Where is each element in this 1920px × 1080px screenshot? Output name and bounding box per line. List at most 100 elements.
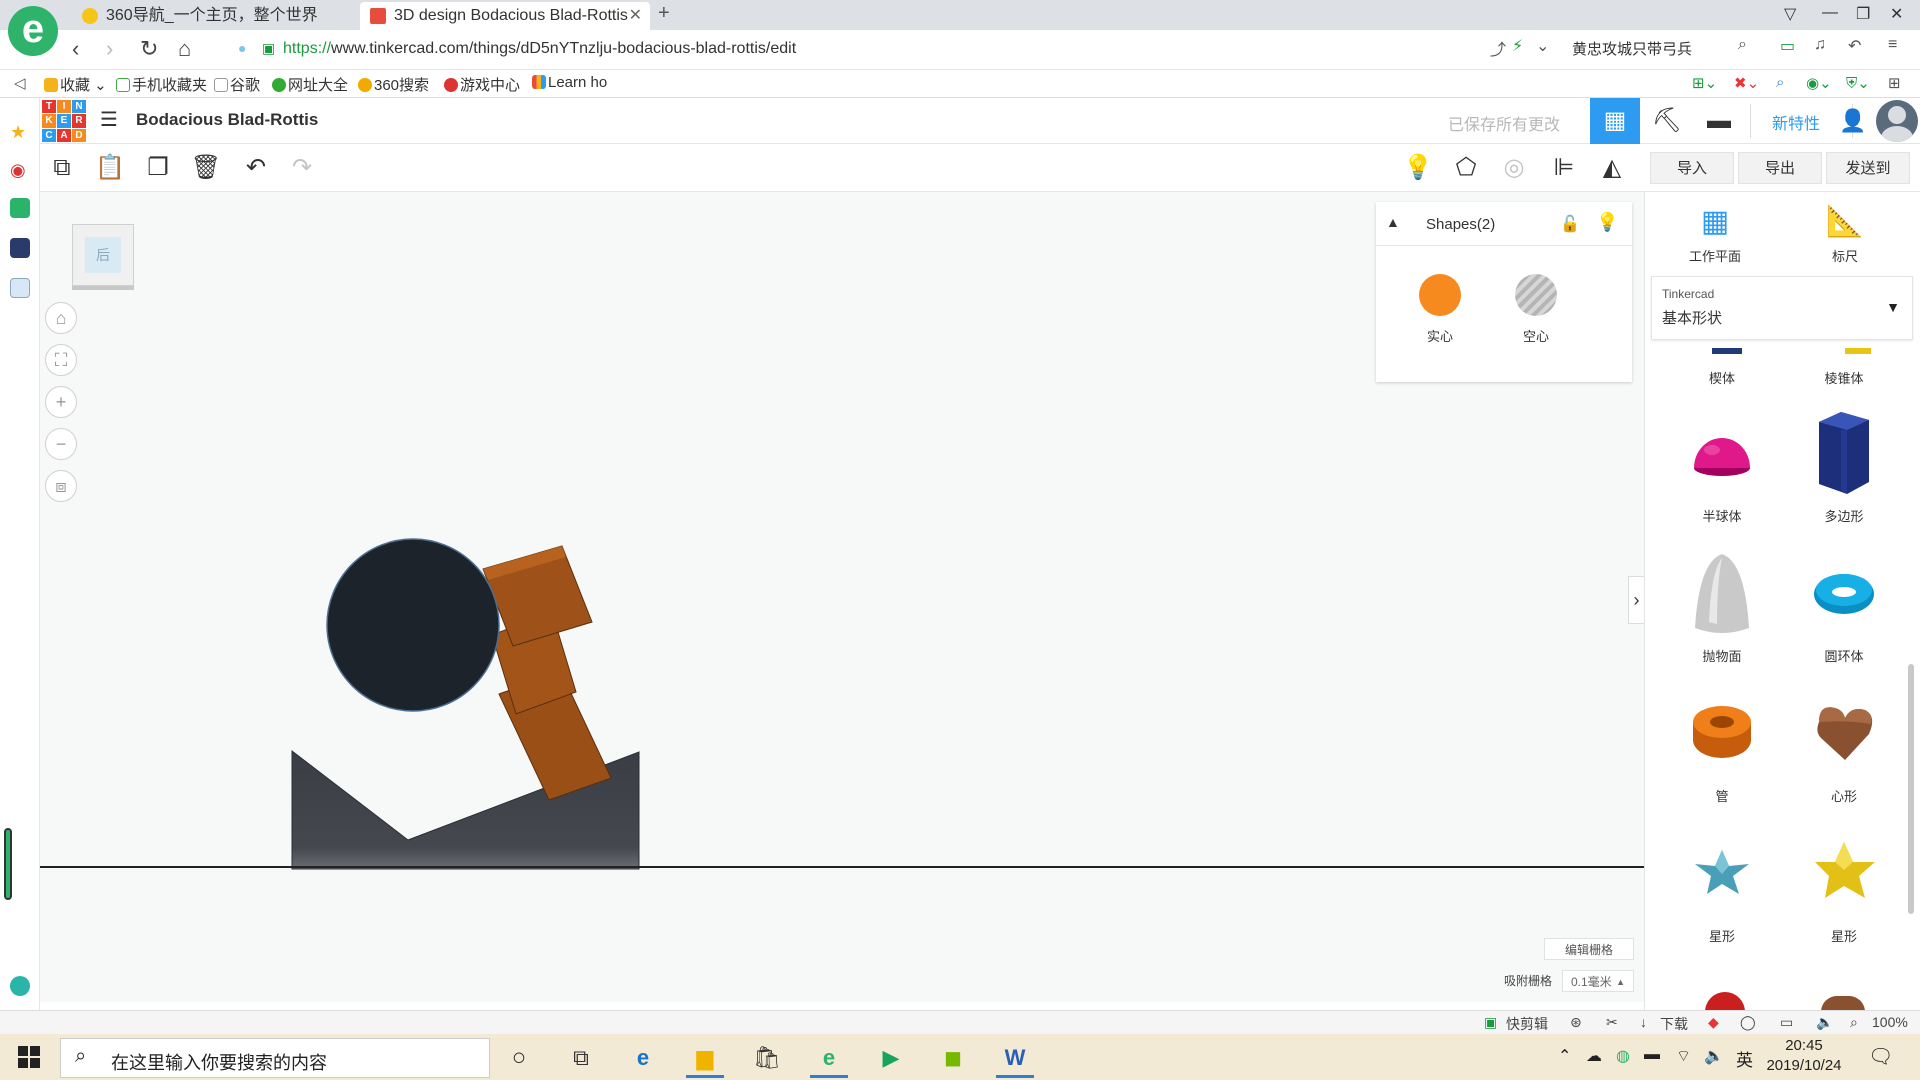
status-icon[interactable]: ◆: [1708, 1014, 1719, 1031]
bricks-icon[interactable]: ▬: [1694, 98, 1744, 144]
dropdown-icon[interactable]: ⌄: [1536, 36, 1549, 56]
sidebar-toggle-icon[interactable]: ◁: [14, 74, 26, 92]
notification-center-icon[interactable]: 🗨: [1868, 1044, 1893, 1069]
shapes-scrollbar[interactable]: [1908, 664, 1914, 914]
shape-heart[interactable]: 心形: [1789, 682, 1899, 805]
browser-menu-icon[interactable]: ≡: [1888, 36, 1897, 54]
solid-option[interactable]: 实心: [1410, 274, 1470, 345]
tray-expand-icon[interactable]: ⌃: [1558, 1046, 1571, 1066]
bookmark-item[interactable]: 360搜索: [358, 74, 429, 95]
battery-icon[interactable]: ▬: [1644, 1046, 1660, 1064]
tab-close-icon[interactable]: ✕: [629, 2, 642, 30]
extension-icon[interactable]: ✖⌄: [1734, 74, 1759, 92]
shape-paraboloid[interactable]: 抛物面: [1667, 542, 1777, 665]
close-window-button[interactable]: ✕: [1890, 4, 1903, 24]
browser-tab-tinkercad[interactable]: 3D design Bodacious Blad-Rottis ✕: [360, 2, 650, 30]
cortana-icon[interactable]: ○: [494, 1038, 544, 1078]
taskbar-clock[interactable]: 20:45 2019/10/24: [1762, 1036, 1846, 1076]
align-icon[interactable]: ⊫: [1548, 152, 1580, 184]
document-icon[interactable]: [10, 278, 30, 298]
browser-search-input[interactable]: 黄忠攻城只带弓兵: [1562, 36, 1762, 64]
tool-icon[interactable]: [10, 976, 30, 996]
collapse-panel-icon[interactable]: ▲: [1386, 214, 1400, 230]
export-button[interactable]: 导出: [1738, 152, 1822, 184]
ungroup-icon[interactable]: ◎: [1498, 152, 1530, 184]
status-icon[interactable]: ✂: [1606, 1014, 1618, 1031]
design-title[interactable]: Bodacious Blad-Rottis: [136, 110, 318, 130]
shape-half-sphere[interactable]: 半球体: [1667, 402, 1777, 525]
delete-icon[interactable]: 🗑: [190, 152, 222, 184]
snap-grid-select[interactable]: 0.1毫米 ▲: [1562, 970, 1634, 992]
weibo-icon[interactable]: ◉: [10, 160, 30, 180]
redo-icon[interactable]: ↷: [286, 152, 318, 184]
add-user-icon[interactable]: 👤: [1830, 98, 1876, 144]
status-icon[interactable]: ▭: [1780, 1014, 1793, 1031]
360-tray-icon[interactable]: ◍: [1616, 1046, 1630, 1066]
download-label[interactable]: 下载: [1660, 1014, 1688, 1034]
status-icon[interactable]: ⊛: [1570, 1014, 1582, 1031]
browser-logo-icon[interactable]: e: [8, 6, 58, 56]
extension-shield-icon[interactable]: ⛨⌄: [1846, 74, 1870, 92]
edge-browser-icon[interactable]: e: [618, 1038, 668, 1078]
lock-icon[interactable]: 🔓: [1560, 214, 1580, 234]
avatar[interactable]: [1876, 100, 1918, 142]
hole-option[interactable]: 空心: [1506, 274, 1566, 345]
3d-view-grid-icon[interactable]: ▦: [1590, 98, 1640, 144]
mirror-icon[interactable]: ◭: [1596, 152, 1628, 184]
import-button[interactable]: 导入: [1650, 152, 1734, 184]
tinkercad-logo[interactable]: T I N K E R C A D: [42, 100, 86, 142]
design-menu-icon[interactable]: ☰: [100, 110, 122, 130]
shape-torus[interactable]: 圆环体: [1789, 542, 1899, 665]
copy-icon[interactable]: ⧉: [46, 152, 78, 184]
security-shield-icon[interactable]: ●: [238, 40, 246, 56]
bookmark-item[interactable]: 网址大全: [272, 74, 348, 95]
status-icon[interactable]: ◯: [1740, 1014, 1756, 1031]
cloud-icon[interactable]: ☁: [1586, 1046, 1602, 1066]
bookmark-item[interactable]: 谷歌: [214, 74, 260, 95]
nvidia-icon[interactable]: ◼: [928, 1038, 978, 1078]
store-bag-icon[interactable]: 🛍: [742, 1038, 792, 1078]
extension-game-icon[interactable]: ◉⌄: [1806, 74, 1832, 92]
shirt-skin-icon[interactable]: ▽: [1784, 4, 1796, 24]
media-player-icon[interactable]: ▶: [866, 1038, 916, 1078]
edit-grid-button[interactable]: 编辑栅格: [1544, 938, 1634, 960]
duplicate-icon[interactable]: ❐: [142, 152, 174, 184]
shape-partial-red[interactable]: [1705, 992, 1745, 1010]
task-view-icon[interactable]: ⧉: [556, 1038, 606, 1078]
clip-label[interactable]: 快剪辑: [1506, 1014, 1548, 1034]
game-center-icon[interactable]: [10, 238, 30, 258]
undo-close-icon[interactable]: ↶: [1848, 36, 1861, 56]
shape-library-dropdown[interactable]: Tinkercad 基本形状 ▼: [1651, 276, 1913, 340]
taskbar-search-input[interactable]: ⌕ 在这里输入你要搜索的内容: [60, 1038, 490, 1078]
maximize-button[interactable]: ❐: [1856, 4, 1870, 24]
ruler-tool[interactable]: 📐 标尺: [1795, 204, 1895, 265]
back-button[interactable]: ‹: [72, 36, 79, 62]
home-button[interactable]: ⌂: [178, 36, 191, 62]
ball-sphere-shape[interactable]: [326, 538, 500, 712]
favorites-star-icon[interactable]: ★: [10, 122, 30, 142]
shape-tube[interactable]: 管: [1667, 682, 1777, 805]
word-icon[interactable]: W: [990, 1038, 1040, 1078]
volume-icon[interactable]: 🔈: [1816, 1014, 1833, 1031]
file-explorer-icon[interactable]: ▆: [680, 1038, 730, 1078]
shape-star-gold[interactable]: 星形: [1789, 822, 1899, 945]
extension-search-icon[interactable]: ⌕: [1776, 74, 1784, 91]
new-tab-button[interactable]: +: [658, 2, 670, 25]
undo-icon[interactable]: ↶: [240, 152, 272, 184]
lightbulb-icon[interactable]: 💡: [1402, 152, 1434, 184]
wifi-icon[interactable]: ⌔: [1676, 1046, 1691, 1066]
zoom-level[interactable]: 100%: [1872, 1014, 1908, 1030]
search-icon[interactable]: ⌕: [1738, 36, 1747, 54]
extension-grid-icon[interactable]: ⊞: [1888, 74, 1901, 92]
speed-icon[interactable]: ⚡: [1512, 36, 1523, 56]
speaker-icon[interactable]: 🔈: [1704, 1046, 1724, 1066]
forward-button[interactable]: ›: [106, 36, 113, 62]
windows-start-icon[interactable]: [18, 1046, 40, 1068]
shape-polygon[interactable]: 多边形: [1789, 402, 1899, 525]
ime-indicator[interactable]: 英: [1736, 1046, 1753, 1071]
bookmark-item[interactable]: Learn ho: [532, 74, 607, 91]
group-icon[interactable]: ⬠: [1450, 152, 1482, 184]
clip-icon[interactable]: ▣: [1484, 1014, 1497, 1031]
share-icon[interactable]: ⤴: [1490, 36, 1506, 60]
headset-icon[interactable]: ♫: [1814, 36, 1826, 54]
